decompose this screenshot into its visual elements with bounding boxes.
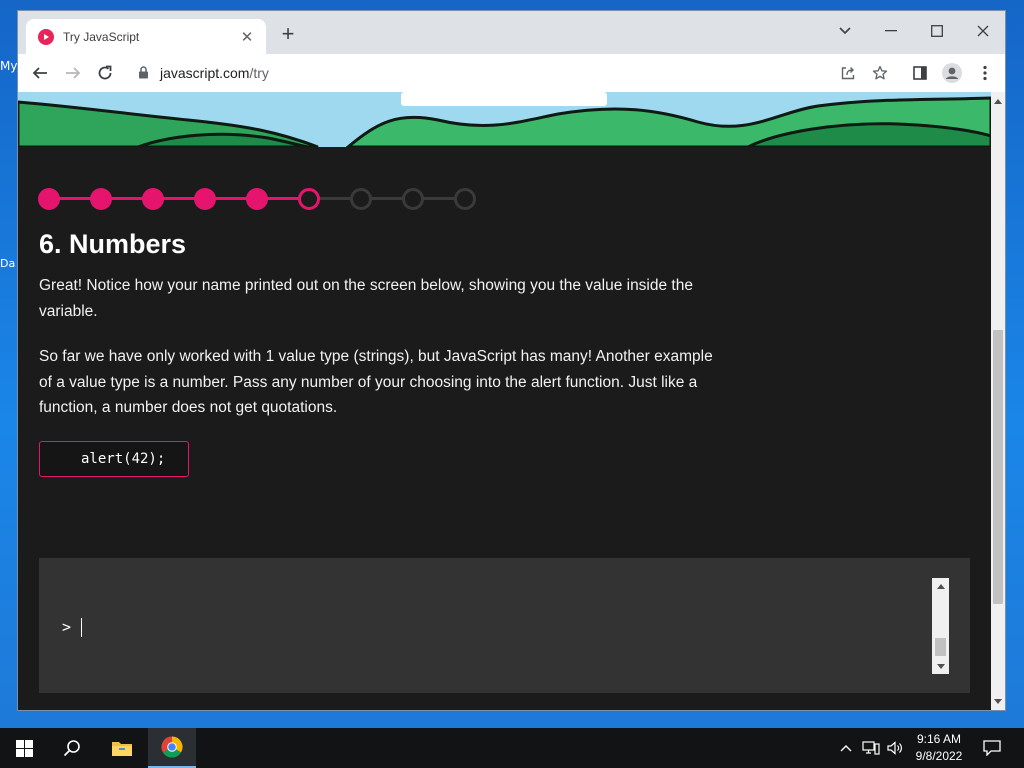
- new-tab-button[interactable]: +: [276, 23, 300, 47]
- site-favicon-icon: [38, 28, 54, 45]
- console-prompt: >: [62, 618, 72, 636]
- page-scroll-down-icon[interactable]: [991, 694, 1005, 708]
- lesson-progress-stepper: [38, 187, 498, 211]
- lock-icon[interactable]: [138, 66, 149, 84]
- browser-toolbar: javascript.com/try: [18, 54, 1005, 93]
- console-scroll-down-icon[interactable]: [932, 659, 949, 673]
- system-clock[interactable]: 9:16 AM 9/8/2022: [910, 731, 968, 765]
- console-scroll-up-icon[interactable]: [932, 579, 949, 593]
- progress-step-completed[interactable]: [246, 188, 268, 210]
- file-explorer-icon[interactable]: [98, 728, 146, 768]
- progress-step-upcoming[interactable]: [350, 188, 372, 210]
- page-scroll-up-icon[interactable]: [991, 94, 1005, 108]
- tab-title: Try JavaScript: [63, 29, 140, 44]
- hero-illustration: [18, 92, 991, 147]
- chevron-up-icon[interactable]: [836, 728, 856, 768]
- lesson-paragraph-1: Great! Notice how your name printed out …: [39, 277, 693, 320]
- maximize-button[interactable]: [920, 17, 954, 45]
- share-icon[interactable]: [838, 63, 858, 83]
- close-window-button[interactable]: [966, 17, 1000, 45]
- bookmark-star-icon[interactable]: [870, 63, 890, 83]
- minimize-button[interactable]: [874, 17, 908, 45]
- page-scroll-thumb[interactable]: [993, 330, 1003, 604]
- tab-search-icon[interactable]: [828, 17, 862, 45]
- search-icon[interactable]: [48, 728, 96, 768]
- notification-icon[interactable]: [978, 728, 1006, 768]
- network-icon[interactable]: [860, 728, 882, 768]
- url-path: /try: [249, 65, 269, 81]
- volume-icon[interactable]: [884, 728, 906, 768]
- progress-step-completed[interactable]: [142, 188, 164, 210]
- console-scroll-thumb[interactable]: [935, 638, 946, 656]
- tab-strip: Try JavaScript ✕ +: [18, 11, 1005, 54]
- desktop-label-my[interactable]: My: [0, 59, 17, 73]
- console-input-caret[interactable]: [81, 618, 82, 637]
- back-arrow-icon[interactable]: [28, 61, 52, 85]
- console-scrollbar[interactable]: [932, 578, 949, 674]
- tab-close-icon[interactable]: ✕: [238, 28, 256, 46]
- lesson-paragraph-2: So far we have only worked with 1 value …: [39, 348, 713, 416]
- url-text: javascript.com/try: [160, 65, 269, 81]
- lesson-title: 6. Numbers: [39, 229, 187, 259]
- progress-step-upcoming[interactable]: [454, 188, 476, 210]
- progress-step-upcoming[interactable]: [402, 188, 424, 210]
- address-bar[interactable]: javascript.com/try: [128, 59, 973, 87]
- progress-step-completed[interactable]: [38, 188, 60, 210]
- tab-try-javascript[interactable]: Try JavaScript ✕: [26, 19, 266, 54]
- progress-step-completed[interactable]: [90, 188, 112, 210]
- windows-start-icon[interactable]: [0, 728, 48, 768]
- console-panel[interactable]: >: [39, 558, 970, 693]
- side-panel-icon[interactable]: [908, 61, 932, 85]
- progress-step-current[interactable]: [298, 188, 320, 210]
- taskbar: 9:16 AM 9/8/2022: [0, 728, 1024, 768]
- desktop-label-da[interactable]: Da: [0, 257, 15, 270]
- code-example[interactable]: alert(42);: [39, 441, 189, 477]
- url-host: javascript.com: [160, 65, 250, 81]
- reload-icon[interactable]: [93, 61, 117, 85]
- menu-kebab-icon[interactable]: [973, 61, 997, 85]
- chrome-icon[interactable]: [148, 728, 196, 768]
- page-scrollbar[interactable]: [991, 92, 1005, 710]
- page-viewport: 6. Numbers Great! Notice how your name p…: [18, 92, 991, 710]
- profile-avatar-icon[interactable]: [940, 61, 964, 85]
- clock-date: 9/8/2022: [915, 749, 963, 763]
- forward-arrow-icon[interactable]: [61, 61, 85, 85]
- browser-window: Try JavaScript ✕ + javascript.com/try 6.…: [17, 10, 1006, 711]
- clock-time: 9:16 AM: [916, 732, 962, 746]
- progress-step-completed[interactable]: [194, 188, 216, 210]
